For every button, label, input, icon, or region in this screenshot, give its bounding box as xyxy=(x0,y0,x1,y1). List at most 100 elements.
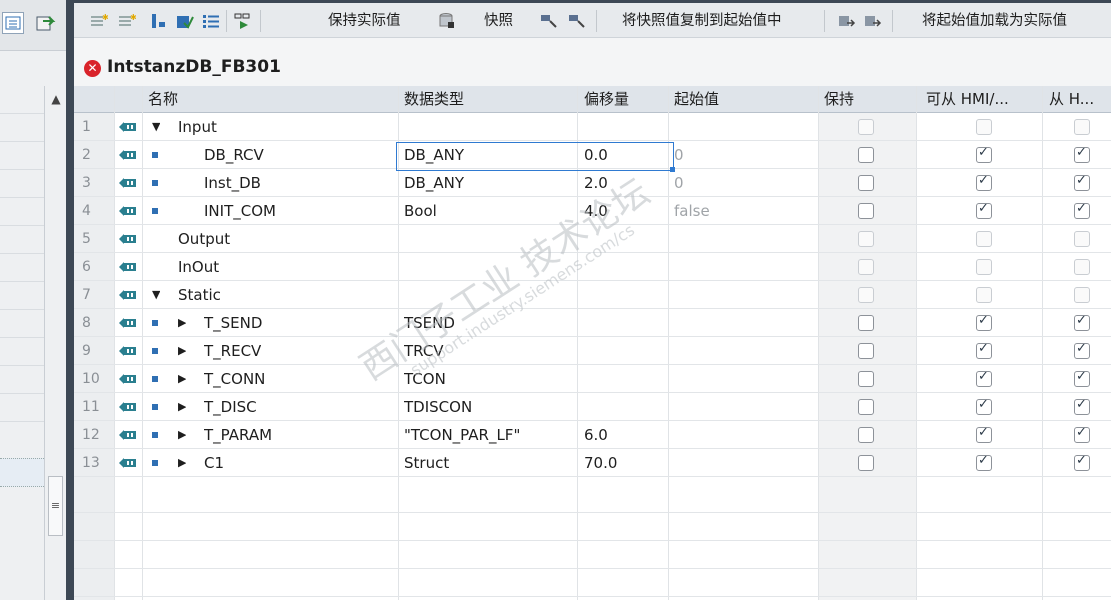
hmi-access-checkbox[interactable] xyxy=(976,259,992,275)
hmi-access-checkbox[interactable]: ✓ xyxy=(976,145,992,163)
add-row-icon[interactable]: ✱ xyxy=(118,13,137,29)
table-row[interactable]: 11 ▶ T_DISC TDISCON ✓ ✓ xyxy=(74,393,1111,421)
hmi-access-checkbox[interactable]: ✓ xyxy=(976,173,992,191)
retain-checkbox[interactable] xyxy=(858,343,874,359)
variable-name[interactable]: InOut xyxy=(178,253,219,281)
variable-name[interactable]: C1 xyxy=(204,449,224,477)
expand-triangle-icon[interactable]: ▶ xyxy=(178,393,186,421)
col-header-offset[interactable]: 偏移量 xyxy=(584,86,629,113)
expand-triangle-icon[interactable]: ▶ xyxy=(178,337,186,365)
col-header-name[interactable]: 名称 xyxy=(148,86,178,113)
selected-cell[interactable] xyxy=(396,142,674,171)
variable-datatype[interactable]: TCON xyxy=(404,365,446,393)
retain-checkbox[interactable] xyxy=(858,399,874,415)
col-header-start-value[interactable]: 起始值 xyxy=(674,86,719,113)
retain-checkbox[interactable] xyxy=(858,175,874,191)
variable-name[interactable]: Static xyxy=(178,281,221,309)
empty-row[interactable] xyxy=(74,485,1111,513)
export-icon[interactable] xyxy=(34,12,56,38)
variable-name[interactable]: INIT_COM xyxy=(204,197,276,225)
scroll-thumb[interactable]: ≡ xyxy=(48,476,63,536)
hmi-visible-checkbox[interactable]: ✓ xyxy=(1074,173,1090,191)
hmi-access-checkbox[interactable]: ✓ xyxy=(976,425,992,443)
expand-triangle-icon[interactable]: ▶ xyxy=(178,365,186,393)
collapse-triangle-icon[interactable]: ▼ xyxy=(152,281,160,309)
load-start-icon-2[interactable] xyxy=(864,13,882,29)
load-start-icon[interactable] xyxy=(838,13,856,29)
col-header-hmi-visible[interactable]: 从 H... xyxy=(1049,86,1109,113)
expand-all-icon[interactable] xyxy=(150,13,166,29)
cell-fill-handle[interactable] xyxy=(670,167,675,172)
empty-row[interactable] xyxy=(74,513,1111,541)
hmi-access-checkbox[interactable]: ✓ xyxy=(976,453,992,471)
expand-triangle-icon[interactable]: ▶ xyxy=(178,449,186,477)
empty-row[interactable] xyxy=(74,569,1111,597)
variable-start-value[interactable]: 0 xyxy=(674,169,684,197)
hmi-visible-checkbox[interactable] xyxy=(1074,119,1090,135)
variable-datatype[interactable]: Struct xyxy=(404,449,449,477)
copy-snapshot-icon[interactable] xyxy=(540,13,557,29)
hmi-visible-checkbox[interactable] xyxy=(1074,231,1090,247)
hmi-visible-checkbox[interactable]: ✓ xyxy=(1074,341,1090,359)
table-row[interactable]: 7 ▼ Static xyxy=(74,281,1111,309)
retain-checkbox[interactable] xyxy=(858,287,874,303)
hmi-visible-checkbox[interactable] xyxy=(1074,259,1090,275)
variable-datatype[interactable]: "TCON_PAR_LF" xyxy=(404,421,520,449)
variable-name[interactable]: T_PARAM xyxy=(204,421,272,449)
load-start-as-actual-button[interactable]: 将起始值加载为实际值 xyxy=(922,10,1067,32)
variable-name[interactable]: DB_RCV xyxy=(204,141,264,169)
retain-checkbox[interactable] xyxy=(858,427,874,443)
copy-snapshot-to-start-button[interactable]: 将快照值复制到起始值中 xyxy=(622,10,782,32)
variable-name[interactable]: T_SEND xyxy=(204,309,262,337)
hmi-visible-checkbox[interactable]: ✓ xyxy=(1074,313,1090,331)
hmi-access-checkbox[interactable]: ✓ xyxy=(976,369,992,387)
variable-datatype[interactable]: TRCV xyxy=(404,337,444,365)
col-header-hmi-access[interactable]: 可从 HMI/... xyxy=(926,86,1036,113)
hmi-access-checkbox[interactable]: ✓ xyxy=(976,313,992,331)
retain-checkbox[interactable] xyxy=(858,455,874,471)
indent-icon[interactable] xyxy=(202,13,219,29)
list-view-icon[interactable] xyxy=(2,12,24,34)
table-row[interactable]: 3 Inst_DB DB_ANY 2.0 0 ✓ ✓ xyxy=(74,169,1111,197)
hmi-access-checkbox[interactable]: ✓ xyxy=(976,397,992,415)
retain-checkbox[interactable] xyxy=(858,371,874,387)
panel-splitter[interactable] xyxy=(66,0,74,600)
monitor-icon[interactable] xyxy=(234,13,250,29)
hmi-access-checkbox[interactable] xyxy=(976,231,992,247)
retain-checkbox[interactable] xyxy=(858,231,874,247)
expand-triangle-icon[interactable]: ▶ xyxy=(178,421,186,449)
hmi-visible-checkbox[interactable]: ✓ xyxy=(1074,145,1090,163)
variable-start-value[interactable]: false xyxy=(674,197,710,225)
copy-snapshot-icon-2[interactable] xyxy=(568,13,585,29)
variable-datatype[interactable]: TDISCON xyxy=(404,393,472,421)
collapse-all-icon[interactable] xyxy=(176,13,194,29)
variable-name[interactable]: T_CONN xyxy=(204,365,265,393)
retain-checkbox[interactable] xyxy=(858,259,874,275)
snapshot-button[interactable]: 快照 xyxy=(484,10,513,32)
table-row[interactable]: 9 ▶ T_RECV TRCV ✓ ✓ xyxy=(74,337,1111,365)
hmi-visible-checkbox[interactable]: ✓ xyxy=(1074,425,1090,443)
scroll-up-icon[interactable]: ▲ xyxy=(45,88,67,110)
variable-name[interactable]: Output xyxy=(178,225,230,253)
hmi-access-checkbox[interactable] xyxy=(976,287,992,303)
variable-name[interactable]: T_DISC xyxy=(204,393,257,421)
keep-actual-values-button[interactable]: 保持实际值 xyxy=(328,10,401,32)
insert-row-icon[interactable]: ✱ xyxy=(90,13,109,29)
col-header-datatype[interactable]: 数据类型 xyxy=(404,86,464,113)
table-row[interactable]: 4 INIT_COM Bool 4.0 false ✓ ✓ xyxy=(74,197,1111,225)
retain-checkbox[interactable] xyxy=(858,147,874,163)
table-row[interactable]: 8 ▶ T_SEND TSEND ✓ ✓ xyxy=(74,309,1111,337)
hmi-access-checkbox[interactable] xyxy=(976,119,992,135)
snapshot-db-icon[interactable] xyxy=(438,13,454,29)
variable-datatype[interactable]: DB_ANY xyxy=(404,169,464,197)
hmi-visible-checkbox[interactable]: ✓ xyxy=(1074,397,1090,415)
hmi-visible-checkbox[interactable]: ✓ xyxy=(1074,453,1090,471)
hmi-visible-checkbox[interactable] xyxy=(1074,287,1090,303)
table-row[interactable]: 6 InOut xyxy=(74,253,1111,281)
table-row[interactable]: 5 Output xyxy=(74,225,1111,253)
retain-checkbox[interactable] xyxy=(858,119,874,135)
collapse-triangle-icon[interactable]: ▼ xyxy=(152,113,160,141)
hmi-visible-checkbox[interactable]: ✓ xyxy=(1074,201,1090,219)
variable-name[interactable]: Input xyxy=(178,113,217,141)
retain-checkbox[interactable] xyxy=(858,203,874,219)
